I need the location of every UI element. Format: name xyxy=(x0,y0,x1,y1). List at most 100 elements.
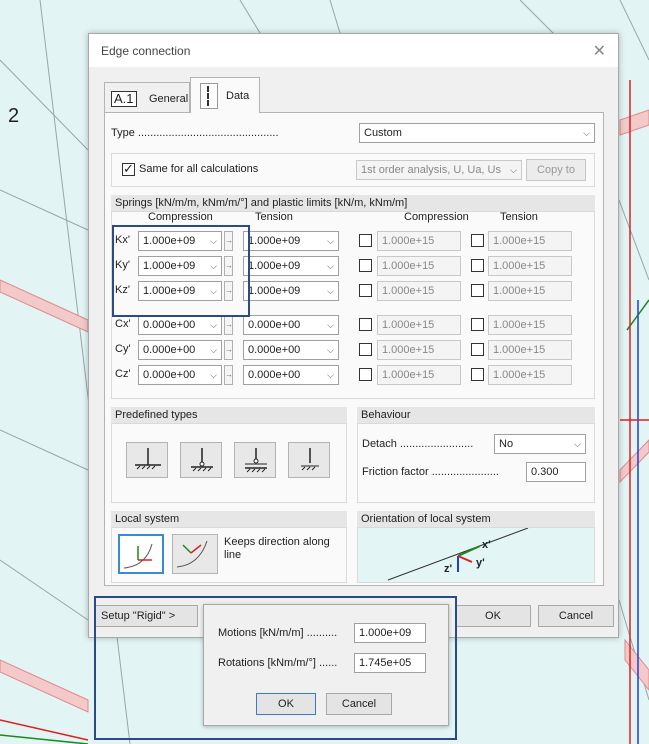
tension-value-select[interactable]: 1.000e+09 ⌵ xyxy=(243,256,339,276)
tension-limit-input[interactable]: 1.000e+15 xyxy=(488,365,572,385)
same-for-all-checkbox[interactable] xyxy=(122,161,135,177)
compression-limit-checkbox[interactable] xyxy=(359,318,372,331)
analysis-select[interactable]: 1st order analysis, U, Ua, Us ⌵ xyxy=(356,160,522,180)
tension-limit-input[interactable]: 1.000e+15 xyxy=(488,315,572,335)
fixed-support-button[interactable] xyxy=(126,442,168,478)
copy-arrow-icon[interactable]: → xyxy=(224,315,233,335)
title-bar: Edge connection ✕ xyxy=(89,34,618,67)
tab-general[interactable]: A.1 General xyxy=(104,82,190,112)
ok-button[interactable]: OK xyxy=(455,605,531,627)
setup-rigid-button[interactable]: Setup "Rigid" > xyxy=(94,605,198,627)
behaviour-header: Behaviour xyxy=(357,407,595,423)
compression-col-header: Compression xyxy=(148,211,213,223)
rigid-setup-popup: Motions [kN/m/m] .......... 1.000e+09 Ro… xyxy=(203,604,449,726)
hinged-support-button[interactable] xyxy=(180,442,222,478)
tension-limit-input[interactable]: 1.000e+15 xyxy=(488,281,572,301)
compression-limit-checkbox[interactable] xyxy=(359,284,372,297)
compression-limit-input[interactable]: 1.000e+15 xyxy=(377,231,461,251)
chevron-down-icon: ⌵ xyxy=(210,320,217,330)
spring-row-label: Kz' xyxy=(115,284,130,296)
compression-limit-checkbox[interactable] xyxy=(359,343,372,356)
compression-value-select[interactable]: 1.000e+09 ⌵ xyxy=(138,256,222,276)
compression-value-select[interactable]: 0.000e+00 ⌵ xyxy=(138,315,222,335)
compression-limit-input[interactable]: 1.000e+15 xyxy=(377,365,461,385)
tension-limit-checkbox[interactable] xyxy=(471,234,484,247)
background-number: 2 xyxy=(8,105,19,127)
compression-limit-checkbox[interactable] xyxy=(359,259,372,272)
edge-connection-dialog: Edge connection ✕ A.1 General Data Type … xyxy=(88,33,619,638)
compression-limit-input[interactable]: 1.000e+15 xyxy=(377,256,461,276)
rotations-input[interactable]: 1.745e+05 xyxy=(354,653,426,673)
local-system-along-button[interactable] xyxy=(172,534,218,574)
compression-limit-checkbox[interactable] xyxy=(359,234,372,247)
tension-value-select[interactable]: 0.000e+00 ⌵ xyxy=(243,340,339,360)
tension-limit-input[interactable]: 1.000e+15 xyxy=(488,231,572,251)
free-support-button[interactable] xyxy=(288,442,330,478)
chevron-down-icon: ⌵ xyxy=(210,370,217,380)
tension-value-select[interactable]: 0.000e+00 ⌵ xyxy=(243,365,339,385)
type-select[interactable]: Custom ⌵ xyxy=(359,123,595,143)
data-panel: Type ...................................… xyxy=(104,112,604,586)
tension-limit-checkbox[interactable] xyxy=(471,368,484,381)
spring-row-label: Ky' xyxy=(115,259,130,271)
tension-value-select[interactable]: 1.000e+09 ⌵ xyxy=(243,281,339,301)
axis-z-label: z' xyxy=(444,563,453,575)
tension-value-select[interactable]: 0.000e+00 ⌵ xyxy=(243,315,339,335)
motions-label: Motions [kN/m/m] .......... xyxy=(218,627,338,639)
local-system-fixed-button[interactable] xyxy=(118,534,164,574)
copy-to-button[interactable]: Copy to xyxy=(526,159,586,181)
popup-cancel-button[interactable]: Cancel xyxy=(326,693,392,715)
friction-input[interactable]: 0.300 xyxy=(526,462,586,482)
compression-limit-input[interactable]: 1.000e+15 xyxy=(377,340,461,360)
tab-data[interactable]: Data xyxy=(190,77,260,113)
compression-value-select[interactable]: 1.000e+09 ⌵ xyxy=(138,281,222,301)
tension-limit-col-header: Tension xyxy=(500,211,538,223)
along-line-icon xyxy=(176,540,208,568)
local-axes-icon xyxy=(123,543,153,569)
roller-support-button[interactable] xyxy=(234,442,276,478)
spring-row-label: Cy' xyxy=(115,343,131,355)
tension-value-select[interactable]: 1.000e+09 ⌵ xyxy=(243,231,339,251)
free-support-icon xyxy=(301,448,319,471)
chevron-down-icon: ⌵ xyxy=(327,236,334,246)
predefined-box xyxy=(111,423,347,503)
detach-select[interactable]: No ⌵ xyxy=(494,434,586,454)
chevron-down-icon: ⌵ xyxy=(327,286,334,296)
compression-limit-input[interactable]: 1.000e+15 xyxy=(377,315,461,335)
same-for-all-label: Same for all calculations xyxy=(139,163,259,175)
copy-arrow-icon[interactable]: → xyxy=(224,281,233,301)
tension-limit-input[interactable]: 1.000e+15 xyxy=(488,340,572,360)
axis-x-label: x' xyxy=(482,539,491,551)
cancel-button[interactable]: Cancel xyxy=(538,605,614,627)
popup-ok-button[interactable]: OK xyxy=(256,693,316,715)
calculations-box: Same for all calculations 1st order anal… xyxy=(111,153,595,187)
tension-limit-checkbox[interactable] xyxy=(471,318,484,331)
tension-limit-checkbox[interactable] xyxy=(471,343,484,356)
tension-limit-checkbox[interactable] xyxy=(471,259,484,272)
compression-limit-checkbox[interactable] xyxy=(359,368,372,381)
chevron-down-icon: ⌵ xyxy=(327,261,334,271)
copy-arrow-icon[interactable]: → xyxy=(224,256,233,276)
local-system-header: Local system xyxy=(111,511,347,527)
chevron-down-icon: ⌵ xyxy=(210,286,217,296)
copy-arrow-icon[interactable]: → xyxy=(224,365,233,385)
local-system-box: Keeps direction along line xyxy=(111,527,347,583)
rotations-label: Rotations [kNm/m/°] ...... xyxy=(218,657,338,669)
copy-arrow-icon[interactable]: → xyxy=(224,340,233,360)
chevron-down-icon: ⌵ xyxy=(210,236,217,246)
data-icon xyxy=(200,83,218,109)
orientation-axes-icon: x' y' z' xyxy=(387,528,529,581)
behaviour-box: Detach ........................ No ⌵ Fric… xyxy=(357,423,595,503)
compression-value-select[interactable]: 1.000e+09 ⌵ xyxy=(138,231,222,251)
compression-limit-input[interactable]: 1.000e+15 xyxy=(377,281,461,301)
tension-limit-checkbox[interactable] xyxy=(471,284,484,297)
compression-value-select[interactable]: 0.000e+00 ⌵ xyxy=(138,340,222,360)
copy-arrow-icon[interactable]: → xyxy=(224,231,233,251)
tension-col-header: Tension xyxy=(255,211,293,223)
tension-limit-input[interactable]: 1.000e+15 xyxy=(488,256,572,276)
motions-input[interactable]: 1.000e+09 xyxy=(354,623,426,643)
axis-y-label: y' xyxy=(476,557,485,569)
close-icon[interactable]: ✕ xyxy=(593,41,606,61)
springs-header: Springs [kN/m/m, kNm/m/°] and plastic li… xyxy=(111,195,595,211)
compression-value-select[interactable]: 0.000e+00 ⌵ xyxy=(138,365,222,385)
